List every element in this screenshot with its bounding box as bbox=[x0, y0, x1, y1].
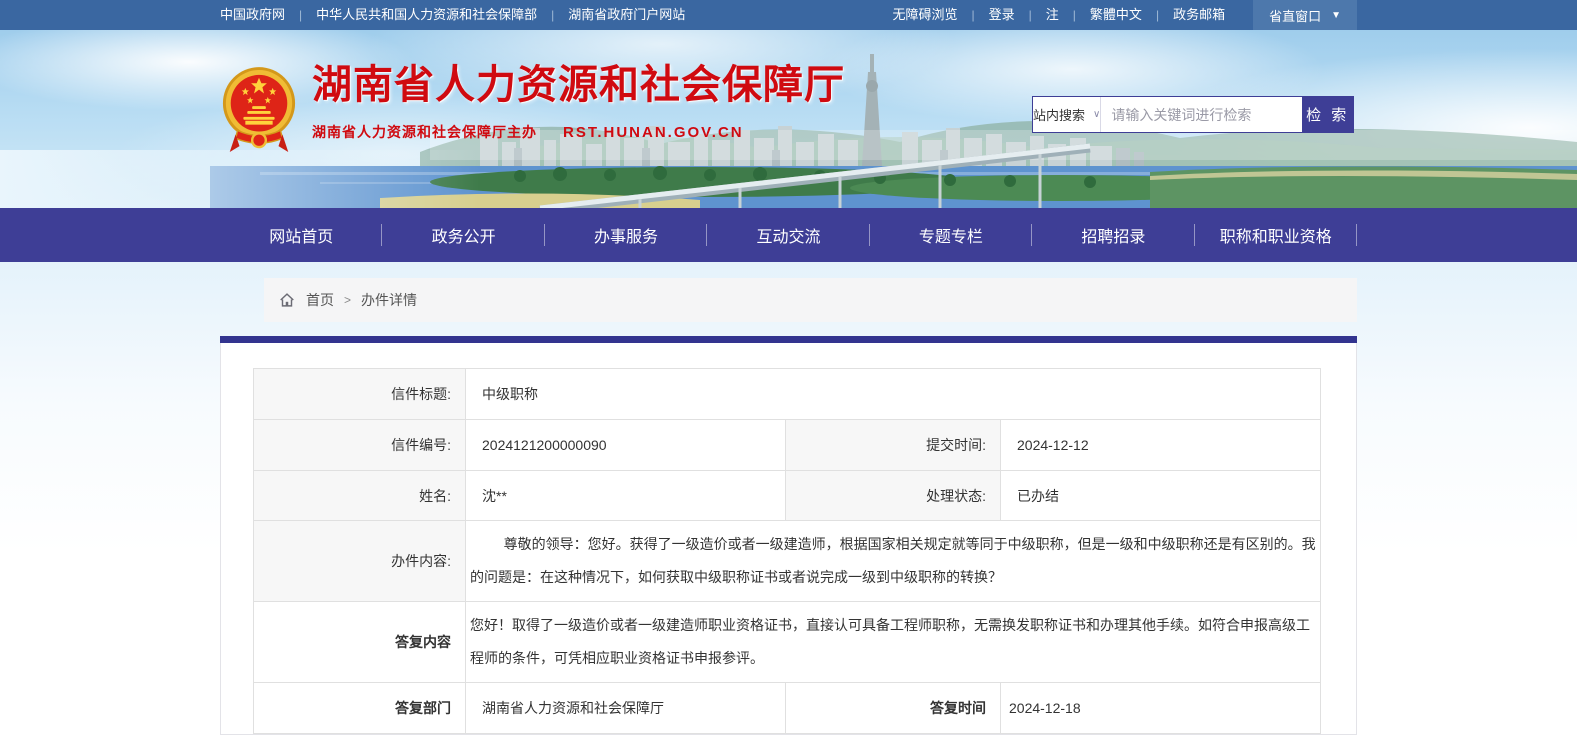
site-brand: 湖南省人力资源和社会保障厅 湖南省人力资源和社会保障厅主办 RST.HUNAN.… bbox=[220, 62, 845, 160]
letter-title-label: 信件标题: bbox=[254, 369, 466, 420]
province-window-label: 省直窗口 bbox=[1269, 6, 1321, 25]
link-china-gov[interactable]: 中国政府网 bbox=[220, 0, 299, 30]
search-scope-label: 站内搜索 bbox=[1033, 105, 1085, 124]
breadcrumb-current: 办件详情 bbox=[361, 290, 417, 310]
letter-title-value: 中级职称 bbox=[466, 369, 1321, 420]
name-label: 姓名: bbox=[254, 471, 466, 521]
content-value-cell: 尊敬的领导：您好。获得了一级造价或者一级建造师，根据国家相关规定就等同于中级职称… bbox=[466, 521, 1321, 602]
nav-item-professional-titles[interactable]: 职称和职业资格 bbox=[1195, 208, 1357, 262]
link-accessibility[interactable]: 无障碍浏览 bbox=[893, 0, 972, 30]
site-search-bar: 站内搜索 ∨ 检 索 bbox=[1032, 96, 1354, 133]
table-row: 答复部门 湖南省人力资源和社会保障厅 答复时间 2024-12-18 bbox=[254, 683, 1321, 734]
search-button[interactable]: 检 索 bbox=[1302, 97, 1353, 132]
breadcrumb: 首页 > 办件详情 bbox=[264, 278, 1357, 322]
reply-time-label: 答复时间 bbox=[786, 683, 1001, 734]
link-traditional-chinese[interactable]: 繁體中文 bbox=[1076, 0, 1156, 30]
link-mohrss[interactable]: 中华人民共和国人力资源和社会保障部 bbox=[302, 0, 551, 30]
name-value: 沈** bbox=[466, 471, 786, 521]
reply-dept-value: 湖南省人力资源和社会保障厅 bbox=[466, 683, 786, 734]
section-accent-line bbox=[220, 336, 1357, 343]
reply-content-label: 答复内容 bbox=[254, 602, 466, 683]
reply-time-value: 2024-12-18 bbox=[1001, 683, 1321, 734]
header-banner: 湖南省人力资源和社会保障厅 湖南省人力资源和社会保障厅主办 RST.HUNAN.… bbox=[0, 30, 1577, 208]
site-domain: RST.HUNAN.GOV.CN bbox=[563, 124, 744, 141]
search-scope-select[interactable]: 站内搜索 ∨ bbox=[1033, 97, 1101, 132]
letter-number-value: 2024121200000090 bbox=[466, 420, 786, 471]
letter-detail-table: 信件标题: 中级职称 信件编号: 2024121200000090 提交时间: … bbox=[253, 368, 1321, 734]
home-icon bbox=[278, 291, 296, 309]
status-label: 处理状态: bbox=[786, 471, 1001, 521]
reply-content-value: 您好！取得了一级造价或者一级建造师职业资格证书，直接认可具备工程师职称，无需换发… bbox=[470, 609, 1316, 675]
status-value: 已办结 bbox=[1001, 471, 1321, 521]
link-login[interactable]: 登录 bbox=[975, 0, 1029, 30]
table-row: 信件标题: 中级职称 bbox=[254, 369, 1321, 420]
site-subtitle: 湖南省人力资源和社会保障厅主办 bbox=[312, 122, 537, 142]
chevron-down-icon: ∨ bbox=[1093, 109, 1100, 120]
main-navigation: 网站首页 政务公开 办事服务 互动交流 专题专栏 招聘招录 职称和职业资格 bbox=[0, 208, 1577, 262]
submit-time-label: 提交时间: bbox=[786, 420, 1001, 471]
breadcrumb-separator: > bbox=[344, 293, 351, 307]
nav-item-recruitment[interactable]: 招聘招录 bbox=[1032, 208, 1194, 262]
nav-item-interaction[interactable]: 互动交流 bbox=[707, 208, 869, 262]
nav-item-special-topics[interactable]: 专题专栏 bbox=[870, 208, 1032, 262]
reply-content-cell: 您好！取得了一级造价或者一级建造师职业资格证书，直接认可具备工程师职称，无需换发… bbox=[466, 602, 1321, 683]
national-emblem-logo bbox=[220, 62, 298, 160]
search-input[interactable] bbox=[1101, 97, 1302, 132]
nav-item-home[interactable]: 网站首页 bbox=[220, 208, 382, 262]
nav-item-services[interactable]: 办事服务 bbox=[545, 208, 707, 262]
nav-item-gov-info[interactable]: 政务公开 bbox=[382, 208, 544, 262]
table-row: 信件编号: 2024121200000090 提交时间: 2024-12-12 bbox=[254, 420, 1321, 471]
content-label: 办件内容: bbox=[254, 521, 466, 602]
top-utility-bar: 中国政府网 | 中华人民共和国人力资源和社会保障部 | 湖南省政府门户网站 无障… bbox=[0, 0, 1577, 30]
link-gov-mailbox[interactable]: 政务邮箱 bbox=[1159, 0, 1239, 30]
link-hunan-gov-portal[interactable]: 湖南省政府门户网站 bbox=[554, 0, 699, 30]
province-window-dropdown[interactable]: 省直窗口 ▼ bbox=[1253, 0, 1357, 30]
table-row: 办件内容: 尊敬的领导：您好。获得了一级造价或者一级建造师，根据国家相关规定就等… bbox=[254, 521, 1321, 602]
site-title: 湖南省人力资源和社会保障厅 bbox=[312, 62, 845, 108]
content-value: 尊敬的领导：您好。获得了一级造价或者一级建造师，根据国家相关规定就等同于中级职称… bbox=[470, 528, 1316, 594]
letter-detail-panel: 信件标题: 中级职称 信件编号: 2024121200000090 提交时间: … bbox=[220, 343, 1357, 735]
top-right-links: 无障碍浏览 | 登录 | 注 | 繁體中文 | 政务邮箱 省直窗口 ▼ bbox=[893, 0, 1358, 30]
letter-number-label: 信件编号: bbox=[254, 420, 466, 471]
top-left-links: 中国政府网 | 中华人民共和国人力资源和社会保障部 | 湖南省政府门户网站 bbox=[220, 0, 699, 30]
submit-time-value: 2024-12-12 bbox=[1001, 420, 1321, 471]
reply-dept-label: 答复部门 bbox=[254, 683, 466, 734]
link-register[interactable]: 注 bbox=[1032, 0, 1073, 30]
table-row: 答复内容 您好！取得了一级造价或者一级建造师职业资格证书，直接认可具备工程师职称… bbox=[254, 602, 1321, 683]
chevron-down-icon: ▼ bbox=[1331, 10, 1341, 21]
breadcrumb-home-link[interactable]: 首页 bbox=[306, 290, 334, 310]
table-row: 姓名: 沈** 处理状态: 已办结 bbox=[254, 471, 1321, 521]
